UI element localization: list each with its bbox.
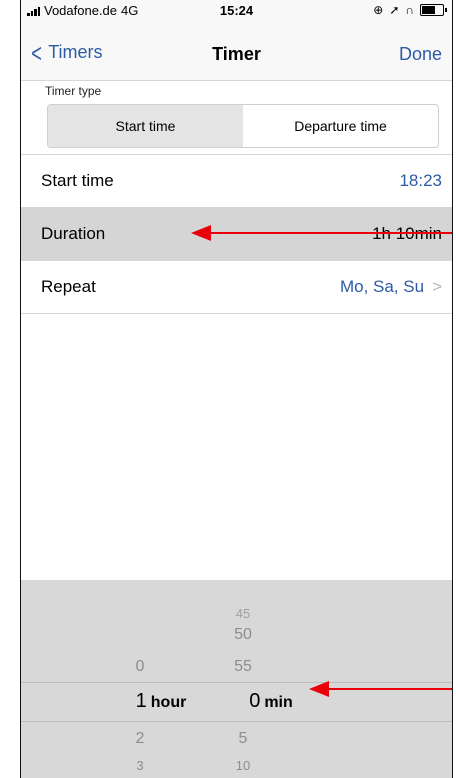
navigation-bar: < Timers Timer Done [21, 20, 452, 81]
picker-min-above[interactable]: 45 [213, 606, 273, 621]
picker-min-below[interactable]: 10 [213, 758, 273, 773]
repeat-value: Mo, Sa, Su [339, 277, 425, 296]
chevron-right-icon: > [432, 277, 442, 296]
status-right: ⊕ ➚ ∩ [373, 3, 447, 17]
picker-hour-below[interactable]: 3 [110, 758, 170, 773]
hour-value: 1 [135, 690, 147, 712]
repeat-label: Repeat [41, 277, 96, 296]
picker-hour-below[interactable]: 2 [110, 730, 170, 748]
headphones-icon: ∩ [405, 3, 414, 17]
picker-min-above[interactable]: 55 [213, 658, 273, 676]
segment-departure-time[interactable]: Departure time [243, 105, 438, 147]
battery-icon [420, 4, 447, 16]
picker-min-below[interactable]: 5 [213, 730, 273, 748]
lock-rotation-icon: ⊕ [373, 3, 384, 17]
picker-hour-selected[interactable]: 1 hour [106, 690, 216, 713]
timer-type-label: Timer type [45, 84, 102, 98]
start-time-value: 18:23 [399, 171, 442, 190]
done-button[interactable]: Done [399, 44, 442, 65]
location-icon: ➚ [389, 3, 400, 17]
row-start-time[interactable]: Start time 18:23 [21, 155, 452, 208]
min-value: 0 [249, 690, 261, 712]
page-title: Timer [212, 44, 261, 64]
hour-unit: hour [150, 694, 187, 711]
duration-label: Duration [41, 224, 106, 243]
annotation-arrow-picker [309, 681, 452, 697]
picker-hour-above[interactable]: 0 [110, 658, 170, 676]
phone-frame: Vodafone.de 4G 15:24 ⊕ ➚ ∩ < Timers Time… [20, 0, 453, 778]
annotation-arrow-duration [191, 225, 452, 241]
start-time-label: Start time [41, 171, 114, 190]
picker-min-selected[interactable]: 0 min [221, 690, 321, 713]
timer-type-segmented-control: Start time Departure time [47, 104, 439, 148]
picker-min-above[interactable]: 50 [213, 626, 273, 644]
status-bar: Vodafone.de 4G 15:24 ⊕ ➚ ∩ [21, 0, 452, 20]
repeat-value-group: Mo, Sa, Su > [340, 277, 442, 297]
min-unit: min [264, 694, 293, 711]
row-repeat[interactable]: Repeat Mo, Sa, Su > [21, 261, 452, 314]
segment-start-time[interactable]: Start time [48, 105, 243, 147]
